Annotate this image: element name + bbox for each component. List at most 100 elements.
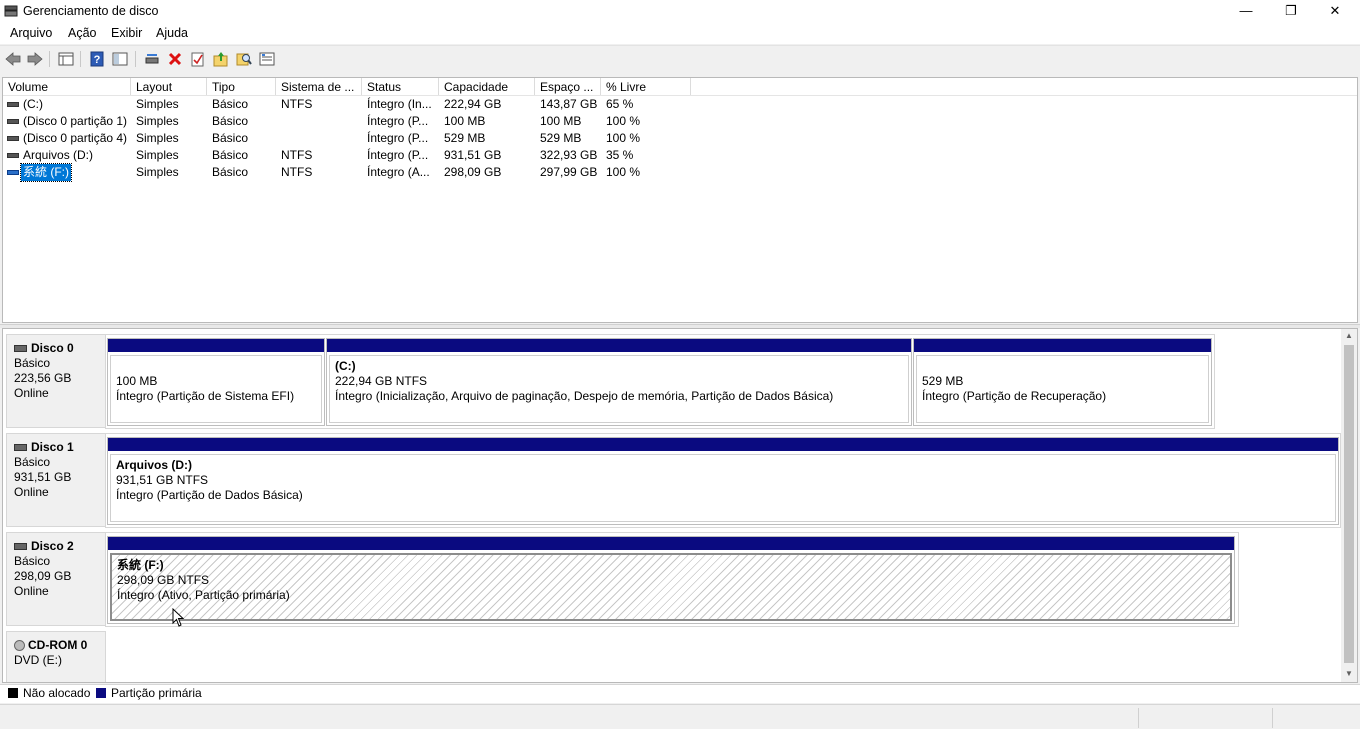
legend-swatch-unallocated bbox=[8, 688, 18, 698]
column-header-tipo[interactable]: Tipo bbox=[207, 78, 276, 95]
partition-body: 100 MB Íntegro (Partição de Sistema EFI) bbox=[110, 355, 322, 423]
volume-row[interactable]: (Disco 0 partição 4) Simples Básico Ínte… bbox=[3, 130, 703, 147]
volume-capacidade: 298,09 GB bbox=[444, 165, 502, 179]
title-bar: Gerenciamento de disco — ❐ ✕ bbox=[0, 0, 1360, 24]
partition-disco2-f[interactable]: 系統 (F:) 298,09 GB NTFS Íntegro (Ativo, P… bbox=[107, 536, 1235, 624]
partition-name bbox=[116, 359, 321, 374]
volume-livre: 35 % bbox=[606, 148, 634, 162]
minimize-button[interactable]: — bbox=[1223, 0, 1269, 24]
column-header-capacidade[interactable]: Capacidade bbox=[439, 78, 535, 95]
column-header-sistema[interactable]: Sistema de ... bbox=[276, 78, 362, 95]
mouse-cursor-icon bbox=[172, 608, 184, 627]
column-header-espaco[interactable]: Espaço ... bbox=[535, 78, 601, 95]
check-icon[interactable] bbox=[189, 50, 207, 68]
volume-row[interactable]: (C:) Simples Básico NTFS Íntegro (In... … bbox=[3, 96, 703, 113]
menu-ajuda[interactable]: Ajuda bbox=[156, 26, 188, 40]
volume-sistema: NTFS bbox=[281, 148, 313, 162]
close-button[interactable]: ✕ bbox=[1312, 0, 1358, 24]
scroll-up-arrow-icon[interactable]: ▲ bbox=[1341, 329, 1357, 343]
hard-disk-icon bbox=[14, 345, 27, 353]
disk-state: Online bbox=[14, 485, 49, 499]
partition-status: Íntegro (Partição de Sistema EFI) bbox=[116, 389, 295, 403]
volume-espaco: 529 MB bbox=[540, 131, 582, 145]
scroll-down-arrow-icon[interactable]: ▼ bbox=[1341, 667, 1357, 681]
find-icon[interactable] bbox=[235, 50, 253, 68]
disk-label-cdrom-0[interactable]: CD-ROM 0 DVD (E:) bbox=[6, 631, 106, 682]
legend: Não alocado Partição primária bbox=[0, 684, 1360, 703]
column-header-layout[interactable]: Layout bbox=[131, 78, 207, 95]
status-pane bbox=[1138, 708, 1273, 728]
column-header-status[interactable]: Status bbox=[362, 78, 439, 95]
disk-map: Disco 0 Básico 223,56 GB Online 100 MB Í… bbox=[2, 328, 1358, 683]
partition-body-selected: 系統 (F:) 298,09 GB NTFS Íntegro (Ativo, P… bbox=[110, 553, 1232, 621]
partition-body: Arquivos (D:) 931,51 GB NTFS Íntegro (Pa… bbox=[110, 454, 1336, 522]
maximize-button[interactable]: ❐ bbox=[1268, 0, 1314, 24]
disk-size: 298,09 GB bbox=[14, 569, 72, 583]
folder-up-icon[interactable] bbox=[212, 50, 230, 68]
disk-management-app-icon bbox=[4, 5, 18, 17]
volume-espaco: 100 MB bbox=[540, 114, 582, 128]
partition-status: Íntegro (Partição de Recuperação) bbox=[922, 389, 1107, 403]
partition-bar bbox=[914, 339, 1211, 352]
volume-row[interactable]: (Disco 0 partição 1) Simples Básico Ínte… bbox=[3, 113, 703, 130]
menu-exibir[interactable]: Exibir bbox=[111, 26, 142, 40]
disk-label-disco-0[interactable]: Disco 0 Básico 223,56 GB Online bbox=[6, 334, 106, 428]
volume-icon bbox=[7, 136, 19, 141]
volume-espaco: 297,99 GB bbox=[540, 165, 598, 179]
menu-acao[interactable]: Ação bbox=[68, 26, 97, 40]
partition-size: 298,09 GB NTFS bbox=[117, 573, 210, 587]
window-title: Gerenciamento de disco bbox=[23, 4, 159, 18]
volume-layout: Simples bbox=[136, 97, 179, 111]
volume-name: Arquivos (D:) bbox=[23, 148, 94, 162]
volume-status: Íntegro (P... bbox=[367, 114, 429, 128]
disk-label-disco-1[interactable]: Disco 1 Básico 931,51 GB Online bbox=[6, 433, 106, 527]
disk-state: Online bbox=[14, 584, 49, 598]
connect-drive-icon[interactable] bbox=[143, 50, 161, 68]
volume-tipo: Básico bbox=[212, 97, 249, 111]
partition-size: 529 MB bbox=[922, 374, 964, 388]
partition-bar bbox=[327, 339, 911, 352]
help-icon[interactable]: ? bbox=[88, 50, 106, 68]
volume-icon bbox=[7, 119, 19, 124]
column-header-livre[interactable]: % Livre bbox=[601, 78, 691, 95]
partition-disco0-c[interactable]: (C:) 222,94 GB NTFS Íntegro (Inicializaç… bbox=[326, 338, 912, 426]
properties-grid-icon[interactable] bbox=[57, 50, 75, 68]
console-tree-icon[interactable] bbox=[111, 50, 129, 68]
volume-sistema: NTFS bbox=[281, 97, 313, 111]
partition-disco0-efi[interactable]: 100 MB Íntegro (Partição de Sistema EFI) bbox=[107, 338, 325, 426]
disk-name: CD-ROM 0 bbox=[28, 638, 88, 652]
toolbar: ? bbox=[0, 45, 1360, 72]
disk-name: Disco 1 bbox=[31, 440, 74, 454]
menu-arquivo[interactable]: Arquivo bbox=[10, 26, 52, 40]
volume-name: (C:) bbox=[23, 97, 43, 111]
list-icon[interactable] bbox=[258, 50, 276, 68]
partition-disco1-d[interactable]: Arquivos (D:) 931,51 GB NTFS Íntegro (Pa… bbox=[107, 437, 1339, 525]
delete-icon[interactable] bbox=[166, 50, 184, 68]
volume-status: Íntegro (P... bbox=[367, 148, 429, 162]
volume-capacidade: 529 MB bbox=[444, 131, 486, 145]
volume-list[interactable]: Volume Layout Tipo Sistema de ... Status… bbox=[2, 77, 1358, 323]
column-header-volume[interactable]: Volume bbox=[3, 78, 131, 95]
volume-capacidade: 931,51 GB bbox=[444, 148, 502, 162]
disk-label-disco-2[interactable]: Disco 2 Básico 298,09 GB Online bbox=[6, 532, 106, 626]
toolbar-separator bbox=[49, 51, 50, 67]
partition-disco0-recovery[interactable]: 529 MB Íntegro (Partição de Recuperação) bbox=[913, 338, 1212, 426]
hard-disk-icon bbox=[14, 444, 27, 452]
legend-swatch-primary bbox=[96, 688, 106, 698]
volume-tipo: Básico bbox=[212, 165, 249, 179]
legend-label-unallocated: Não alocado bbox=[23, 686, 91, 700]
partition-name: Arquivos (D:) bbox=[116, 458, 192, 472]
forward-arrow-icon[interactable] bbox=[26, 50, 44, 68]
disk-type: Básico bbox=[14, 356, 51, 370]
volume-espaco: 322,93 GB bbox=[540, 148, 598, 162]
volume-name: 系統 (F:) bbox=[20, 163, 72, 182]
volume-row-selected[interactable]: 系統 (F:) Simples Básico NTFS Íntegro (A..… bbox=[3, 163, 703, 182]
partition-bar bbox=[108, 339, 324, 352]
back-arrow-icon[interactable] bbox=[4, 50, 22, 68]
volume-capacidade: 100 MB bbox=[444, 114, 486, 128]
volume-list-header: Volume Layout Tipo Sistema de ... Status… bbox=[3, 78, 1357, 96]
volume-row[interactable]: Arquivos (D:) Simples Básico NTFS Íntegr… bbox=[3, 147, 703, 164]
scrollbar-thumb[interactable] bbox=[1344, 345, 1354, 663]
disk-map-scrollbar[interactable]: ▲ ▼ bbox=[1341, 329, 1357, 682]
partition-name: 系統 (F:) bbox=[117, 558, 164, 572]
